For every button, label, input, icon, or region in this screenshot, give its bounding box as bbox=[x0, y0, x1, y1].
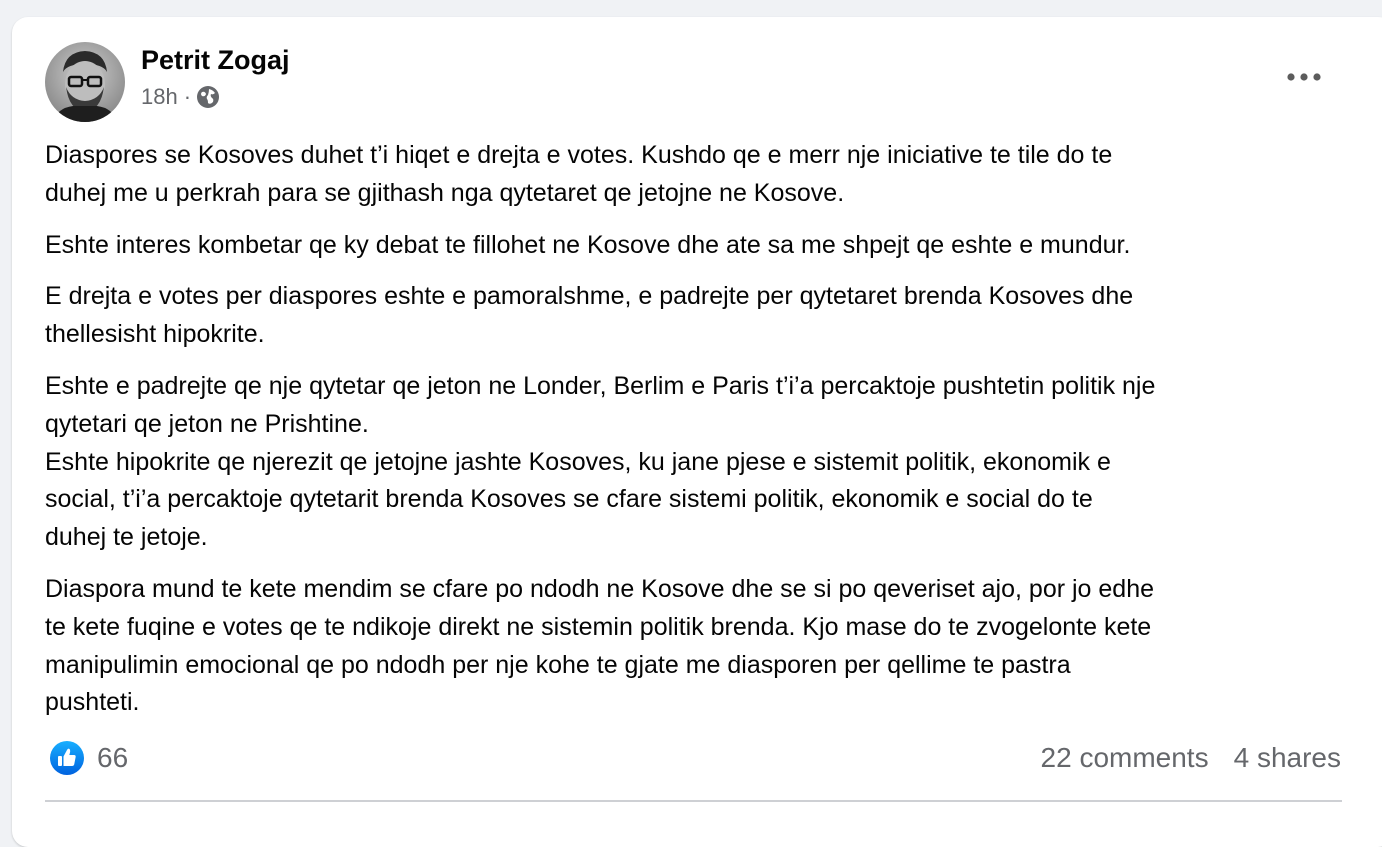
author-avatar[interactable] bbox=[45, 42, 125, 122]
post-card: Petrit Zogaj 18h · Diaspores se Kosoves … bbox=[12, 17, 1382, 847]
post-paragraph: Diaspora mund te kete mendim se cfare po… bbox=[45, 571, 1355, 722]
post-line: pushteti. bbox=[45, 688, 140, 717]
post-line: Eshte hipokrite qe njerezit qe jetojne j… bbox=[45, 447, 1111, 476]
post-line: te kete fuqine e votes qe te ndikoje dir… bbox=[45, 612, 1152, 641]
like-icon[interactable] bbox=[49, 740, 85, 776]
shares-count[interactable]: 4 shares bbox=[1234, 742, 1341, 774]
post-line: Eshte interes kombetar qe ky debat te fi… bbox=[45, 230, 1131, 259]
more-options-icon bbox=[1287, 73, 1321, 81]
post-line: duhej me u perkrah para se gjithash nga … bbox=[45, 178, 845, 207]
avatar-photo bbox=[45, 42, 125, 122]
comments-count[interactable]: 22 comments bbox=[1041, 742, 1209, 774]
post-paragraph: Eshte e padrejte qe nje qytetar qe jeton… bbox=[45, 368, 1355, 557]
more-options-button[interactable] bbox=[1278, 59, 1330, 95]
actions-divider bbox=[45, 800, 1342, 802]
reaction-count[interactable]: 66 bbox=[97, 742, 128, 774]
post-line: duhej te jetoje. bbox=[45, 523, 208, 552]
engagement-stats: 22 comments 4 shares bbox=[1041, 742, 1341, 774]
globe-icon[interactable] bbox=[196, 85, 220, 109]
author-name[interactable]: Petrit Zogaj bbox=[141, 45, 290, 76]
post-line: Eshte e padrejte qe nje qytetar qe jeton… bbox=[45, 371, 1156, 400]
post-line: manipulimin emocional qe po ndodh per nj… bbox=[45, 650, 1071, 679]
post-line: Diaspores se Kosoves duhet t’i hiqet e d… bbox=[45, 141, 1113, 169]
post-timestamp[interactable]: 18h bbox=[141, 84, 178, 110]
meta-separator: · bbox=[183, 84, 192, 109]
post-line: Diaspora mund te kete mendim se cfare po… bbox=[45, 574, 1155, 603]
post-line: qytetari qe jeton ne Prishtine. bbox=[45, 409, 369, 438]
post-meta: 18h · bbox=[141, 84, 220, 110]
post-line: E drejta e votes per diaspores eshte e p… bbox=[45, 282, 1134, 311]
post-paragraph: Eshte interes kombetar qe ky debat te fi… bbox=[45, 227, 1355, 265]
post-line: social, t’i’a percaktoje qytetarit brend… bbox=[45, 485, 1093, 514]
post-paragraph: E drejta e votes per diaspores eshte e p… bbox=[45, 278, 1355, 354]
post-line: thellesisht hipokrite. bbox=[45, 320, 265, 349]
post-body: Diaspores se Kosoves duhet t’i hiqet e d… bbox=[45, 137, 1355, 736]
post-paragraph: Diaspores se Kosoves duhet t’i hiqet e d… bbox=[45, 137, 1355, 213]
